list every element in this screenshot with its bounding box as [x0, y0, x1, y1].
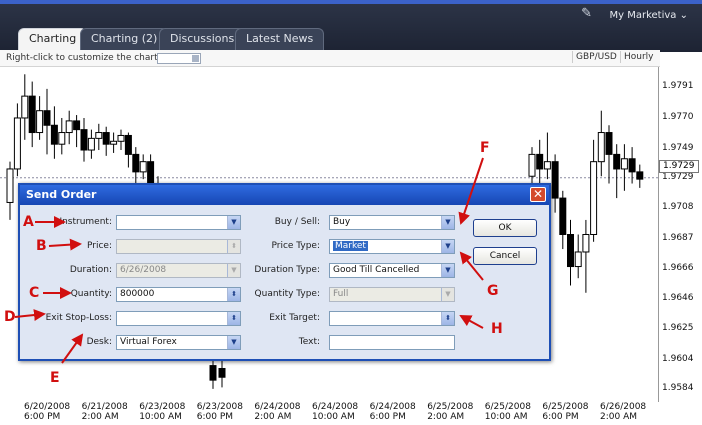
arrow-e — [61, 333, 84, 364]
annotation-f: F — [480, 140, 490, 156]
annotation-c: C — [29, 285, 40, 301]
arrow-h — [459, 315, 484, 329]
arrow-b — [48, 238, 82, 251]
annotation-g: G — [487, 283, 499, 299]
app-window: Charting Charting (2) Discussions Latest… — [0, 0, 702, 425]
arrow-f — [458, 157, 484, 225]
arrow-d — [14, 309, 46, 321]
annotation-b: B — [36, 238, 47, 254]
annotation-a: A — [23, 214, 34, 230]
annotation-d: D — [4, 309, 16, 325]
annotation-e: E — [50, 370, 60, 386]
annotation-arrows — [14, 157, 484, 364]
annotation-h: H — [491, 321, 503, 337]
arrow-g — [459, 251, 484, 281]
